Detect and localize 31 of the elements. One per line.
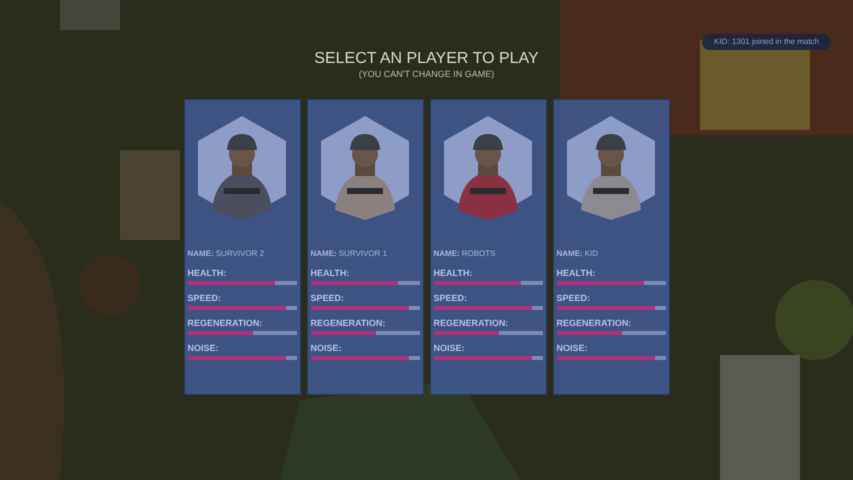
stat-label: REGENERATION: [434, 318, 510, 329]
stat-label: HEALTH: [556, 268, 596, 279]
player-card[interactable]: NAME: KID HEALTH: SPEED: REGENERATION: NOISE: [552, 99, 670, 395]
stat-label: HEALTH: [310, 268, 350, 279]
name-label: NAME: [310, 248, 337, 260]
screen-title: SELECT AN PLAYER TO PLAY [314, 49, 539, 69]
player-name: SURVIVOR 2 [216, 248, 264, 260]
stat-label: NOISE: [434, 343, 466, 354]
stat-label: REGENERATION: [188, 318, 264, 329]
stat-label: SPEED: [556, 293, 592, 304]
join-notification: KID: 1301 joined in the match [702, 34, 831, 50]
name-label: NAME: [556, 248, 583, 260]
player-card[interactable]: NAME: ROBOTS HEALTH: SPEED: REGENERATION: NOISE: [430, 99, 546, 395]
stat-label: REGENERATION: [556, 318, 632, 329]
stat-label: REGENERATION: [310, 318, 386, 329]
stat-label: SPEED: [310, 293, 346, 304]
player-name: KID [584, 248, 598, 260]
name-label: NAME: [434, 248, 460, 260]
stat-label: SPEED: [434, 293, 468, 304]
player-card[interactable]: NAME: SURVIVOR 1 HEALTH: SPEED: REGENERATION: NOISE: [306, 99, 424, 395]
stat-label: NOISE: [556, 343, 589, 354]
screen-subtitle: (YOU CAN'T CHANGE IN GAME) [358, 69, 494, 79]
player-name: SURVIVOR 1 [338, 248, 388, 260]
stat-label: NOISE: [188, 343, 220, 354]
stat-label: HEALTH: [188, 268, 228, 279]
stat-label: HEALTH: [434, 268, 474, 279]
stat-label: NOISE: [310, 343, 343, 354]
player-card[interactable]: NAME: SURVIVOR 2 HEALTH: SPEED: REGENERATION: NOISE: [184, 99, 300, 395]
stat-label: SPEED: [188, 293, 222, 304]
name-label: NAME: [188, 248, 214, 260]
player-name: ROBOTS [462, 248, 496, 260]
